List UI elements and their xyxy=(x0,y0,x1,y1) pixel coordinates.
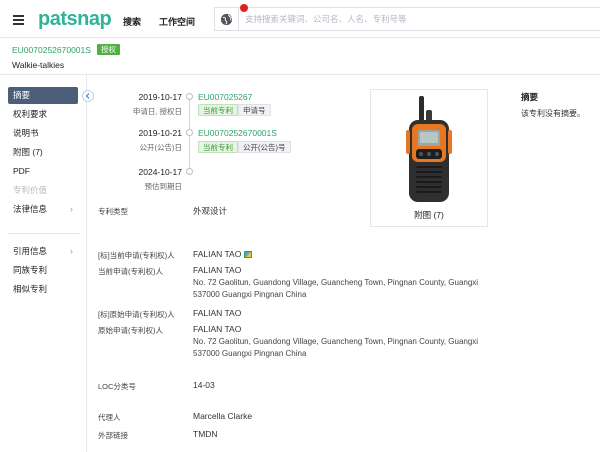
timeline-line xyxy=(189,97,190,175)
patent-header: EU007025267000​1S 授权 Walkie-talkies xyxy=(0,38,600,75)
current-assignee-label: 当前申请(专利权)人 xyxy=(98,267,163,276)
external-link-value[interactable]: TMDN xyxy=(193,429,218,439)
sidebar: 摘要 权利要求 说明书 附图 (7) PDF 专利价值 法律信息 › 引用信息 › … xyxy=(0,75,87,452)
publication-number-tag: 公开(公告)号 xyxy=(238,141,291,153)
sidebar-divider xyxy=(8,233,80,234)
sidebar-item-description[interactable]: 说明书 xyxy=(8,125,78,142)
collapse-sidebar-button[interactable] xyxy=(82,90,94,102)
walkie-talkie-image xyxy=(406,96,452,202)
sidebar-item-patent-value[interactable]: 专利价值 xyxy=(8,182,78,199)
current-assignee-value[interactable]: FALIAN TAO xyxy=(193,265,241,275)
chevron-left-icon xyxy=(85,93,90,99)
sidebar-item-legal-info[interactable]: 法律信息 › xyxy=(8,201,78,218)
current-patent-tag: 当前专利 xyxy=(198,141,238,153)
loc-value[interactable]: 14-03 xyxy=(193,380,215,390)
application-date-label: 申请日, 授权日 xyxy=(132,107,182,116)
assignee-link[interactable]: FALIAN TAO xyxy=(193,249,241,259)
chevron-right-icon: › xyxy=(70,204,73,214)
sidebar-item-family[interactable]: 同族专利 xyxy=(8,262,78,279)
abstract-text: 该专利没有摘要。 xyxy=(521,109,585,118)
publication-number-link[interactable]: EU0070252670001S xyxy=(198,128,277,138)
std-current-assignee-value[interactable]: FALIAN TAO xyxy=(193,249,253,259)
status-badge: 授权 xyxy=(97,44,120,55)
sidebar-item-label: 摘要 xyxy=(13,90,31,100)
address-line: No. 72 Gaolitun, Guandong Village, Guanc… xyxy=(193,278,479,287)
std-original-assignee-value[interactable]: FALIAN TAO xyxy=(193,308,241,318)
figure-caption: 附图 (7) xyxy=(414,210,444,220)
address-line: 537000 Guangxi Pingnan China xyxy=(193,290,307,299)
company-flag-icon xyxy=(244,251,253,259)
publication-number[interactable]: EU007025267000​1S xyxy=(12,45,91,55)
sidebar-item-label: 专利价值 xyxy=(13,185,48,195)
search-input[interactable] xyxy=(245,8,585,30)
globe-icon[interactable] xyxy=(215,8,239,30)
publication-date: 2019-10-21 xyxy=(138,128,182,138)
original-assignee-address: No. 72 Gaolitun, Guandong Village, Guanc… xyxy=(193,336,493,360)
top-bar: patsnap 搜索 工作空间 xyxy=(0,0,600,38)
std-current-assignee-label: [标]当前申请(专利权)人 xyxy=(98,251,175,260)
nav-workspace[interactable]: 工作空间 xyxy=(159,15,195,28)
current-patent-tag: 当前专利 xyxy=(198,104,238,116)
std-original-assignee-label: [标]原始申请(专利权)人 xyxy=(98,310,175,319)
sidebar-item-figures[interactable]: 附图 (7) xyxy=(8,144,78,161)
search-box xyxy=(214,7,600,31)
sidebar-item-label: 同族专利 xyxy=(13,265,48,275)
sidebar-item-similar[interactable]: 相似专利 xyxy=(8,281,78,298)
address-line: 537000 Guangxi Pingnan China xyxy=(193,349,307,358)
original-assignee-value[interactable]: FALIAN TAO xyxy=(193,324,241,334)
sidebar-item-label: 权利要求 xyxy=(13,109,48,119)
timeline-dot xyxy=(186,129,193,136)
sidebar-item-label: 法律信息 xyxy=(13,204,48,214)
sidebar-item-label: 引用信息 xyxy=(13,246,48,256)
nav-search[interactable]: 搜索 xyxy=(123,15,141,28)
patent-type-label: 专利类型 xyxy=(98,207,128,216)
sidebar-item-abstract[interactable]: 摘要 xyxy=(8,87,78,104)
chevron-right-icon: › xyxy=(70,246,73,256)
timeline-dot xyxy=(186,168,193,175)
expiry-date: 2024-10-17 xyxy=(138,167,182,177)
sidebar-item-citations[interactable]: 引用信息 › xyxy=(8,243,78,260)
agent-value: Marcella Clarke xyxy=(193,411,253,421)
agent-label: 代理人 xyxy=(98,413,121,422)
current-assignee-address: No. 72 Gaolitun, Guandong Village, Guanc… xyxy=(193,277,493,301)
abstract-heading: 摘要 xyxy=(521,92,539,102)
figure-thumbnail[interactable]: 附图 (7) xyxy=(370,89,488,227)
original-assignee-label: 原始申请(专利权)人 xyxy=(98,326,163,335)
patent-title: Walkie-talkies xyxy=(12,60,65,70)
sidebar-item-label: 附图 (7) xyxy=(13,147,43,157)
sidebar-item-label: 相似专利 xyxy=(13,284,48,294)
sidebar-item-label: PDF xyxy=(13,166,30,176)
patsnap-logo[interactable]: patsnap xyxy=(38,8,112,31)
application-number-tag: 申请号 xyxy=(238,104,271,116)
patent-type-value: 外观设计 xyxy=(193,206,228,216)
notification-dot xyxy=(240,4,248,12)
sidebar-item-pdf[interactable]: PDF xyxy=(8,163,78,180)
expiry-date-label: 预估到期日 xyxy=(144,182,183,191)
application-number[interactable]: EU007025267 xyxy=(198,92,252,102)
sidebar-item-label: 说明书 xyxy=(13,128,39,138)
loc-label: LOC分类号 xyxy=(98,382,136,391)
timeline-dot xyxy=(186,93,193,100)
menu-icon[interactable] xyxy=(13,15,24,25)
sidebar-item-claims[interactable]: 权利要求 xyxy=(8,106,78,123)
application-date: 2019-10-17 xyxy=(138,92,182,102)
address-line: No. 72 Gaolitun, Guandong Village, Guanc… xyxy=(193,337,479,346)
external-link-label: 外部链接 xyxy=(98,431,128,440)
publication-date-label: 公开(公告)日 xyxy=(139,143,183,152)
